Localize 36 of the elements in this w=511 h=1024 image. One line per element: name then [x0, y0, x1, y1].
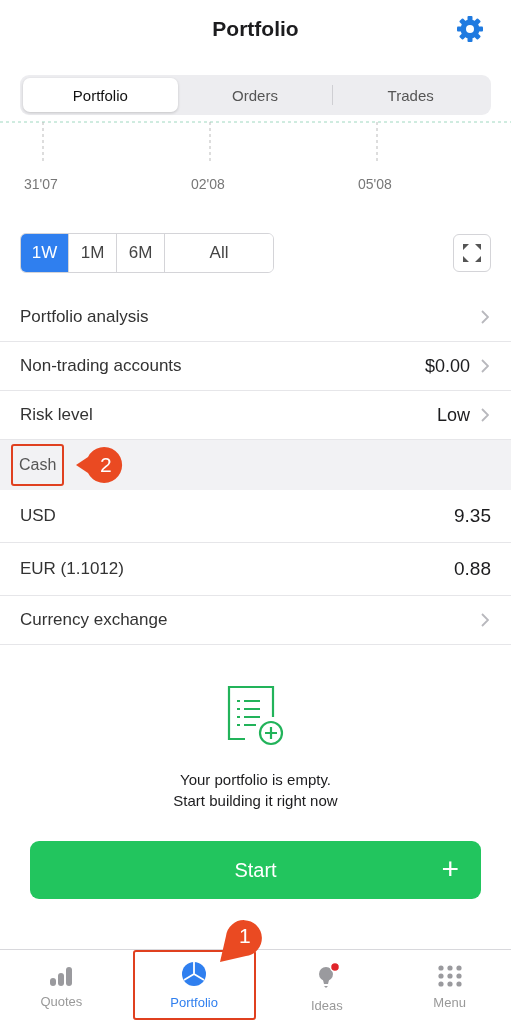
row-label: Risk level [20, 405, 94, 425]
row-label: Currency exchange [20, 610, 169, 630]
callout-badge: 1 [220, 918, 264, 962]
currency-label: EUR (1.1012) [20, 559, 125, 579]
expand-icon [462, 243, 482, 263]
row-value: Low [436, 404, 470, 426]
screen-title: Portfolio [212, 17, 299, 41]
list-row[interactable]: Portfolio analysis [0, 293, 511, 342]
empty-state-message: Your portfolio is empty. Start building it right now [173, 770, 338, 811]
pie-chart-icon [181, 960, 208, 987]
chevron-icon [480, 613, 489, 627]
chevron-icon [480, 408, 489, 422]
chevron-icon [480, 359, 489, 373]
bar-chart-icon [49, 965, 74, 986]
grid-icon [437, 964, 462, 987]
currency-amount: 9.35 [454, 505, 491, 527]
document-add-icon [225, 685, 286, 747]
axis-label: 31'07 [24, 176, 58, 192]
settings-icon[interactable] [457, 16, 483, 42]
chevron-icon [480, 310, 489, 324]
row-value: $0.00 [424, 355, 470, 377]
section-title: Cash [11, 444, 65, 486]
row-label: Non-trading accounts [20, 356, 183, 376]
plus-icon: + [441, 852, 459, 886]
expand-button[interactable] [453, 234, 491, 272]
currency-amount: 0.88 [454, 558, 491, 580]
currency-label: USD [20, 506, 57, 526]
segment-tab[interactable]: Trades [333, 78, 488, 112]
axis-label: 02'08 [191, 176, 225, 192]
segment-tab[interactable]: Orders [177, 78, 333, 112]
period-button[interactable]: 1W [21, 234, 69, 272]
segment-tab[interactable]: Portfolio [23, 78, 178, 112]
row-label: Portfolio analysis [20, 307, 150, 327]
list-row[interactable]: Currency exchange [0, 596, 511, 645]
list-row[interactable]: Non-trading accounts $0.00 [0, 342, 511, 391]
axis-label: 05'08 [358, 176, 392, 192]
